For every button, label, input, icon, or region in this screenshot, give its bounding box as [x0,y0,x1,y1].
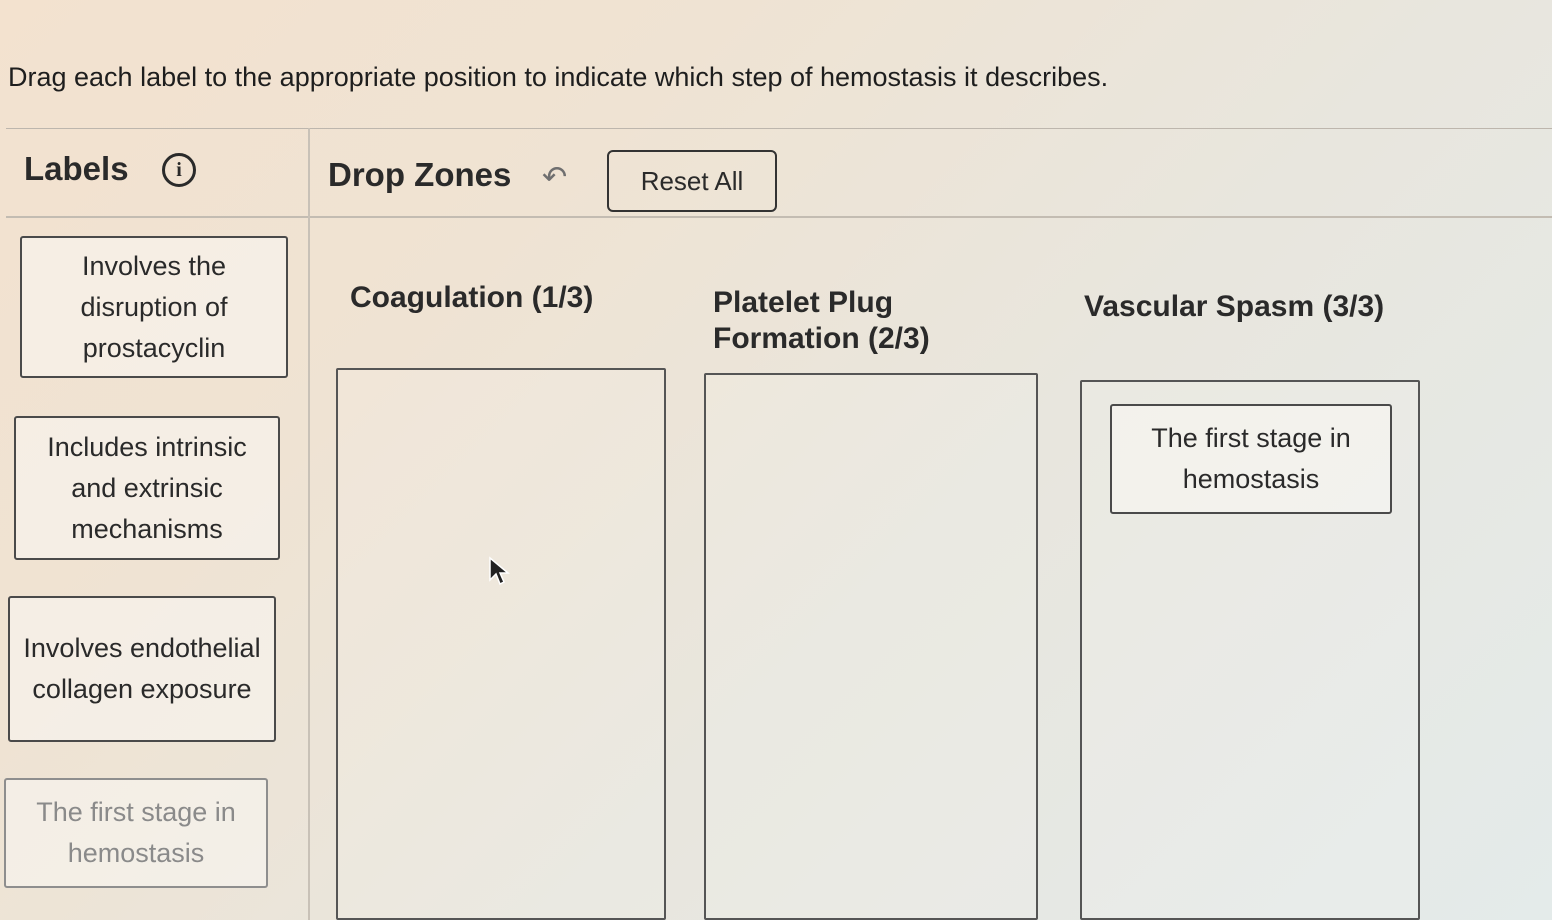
label-card-collagen[interactable]: Involves endothelial collagen exposure [8,596,276,742]
label-card-prostacyclin[interactable]: Involves the disruption of prostacyclin [20,236,288,378]
panel-column-divider [308,128,310,920]
undo-icon[interactable]: ↶ [542,160,567,195]
zone-title-platelet-plug: Platelet Plug Formation (2/3) [713,286,930,355]
placed-label-text: The first stage in hemostasis [1151,423,1351,494]
drop-zones-heading: Drop Zones [328,156,512,193]
reset-all-button[interactable]: Reset All [607,150,777,212]
drop-zone-coagulation[interactable] [336,368,666,920]
label-card-first-stage[interactable]: The first stage in hemostasis [4,778,268,888]
panel-header-divider [6,216,1552,218]
label-card-mechanisms[interactable]: Includes intrinsic and extrinsic mechani… [14,416,280,560]
zone-title-vascular-spasm: Vascular Spasm (3/3) [1084,290,1385,323]
drop-zone-vascular-spasm[interactable]: The first stage in hemostasis [1080,380,1420,920]
label-card-text: Involves the disruption of prostacyclin [80,250,228,363]
placed-label-card[interactable]: The first stage in hemostasis [1110,404,1392,514]
label-card-text: Includes intrinsic and extrinsic mechani… [47,431,247,544]
mouse-cursor-icon [489,556,510,586]
label-card-text: Involves endothelial collagen exposure [23,633,261,704]
panel-top-border [6,128,1552,129]
instruction-text: Drag each label to the appropriate posit… [8,62,1109,92]
label-card-text: The first stage in hemostasis [36,797,236,868]
zone-title-coagulation: Coagulation (1/3) [350,281,594,314]
labels-heading: Labels [24,150,129,187]
info-icon[interactable]: i [162,153,196,187]
drop-zone-platelet-plug[interactable] [704,373,1038,920]
